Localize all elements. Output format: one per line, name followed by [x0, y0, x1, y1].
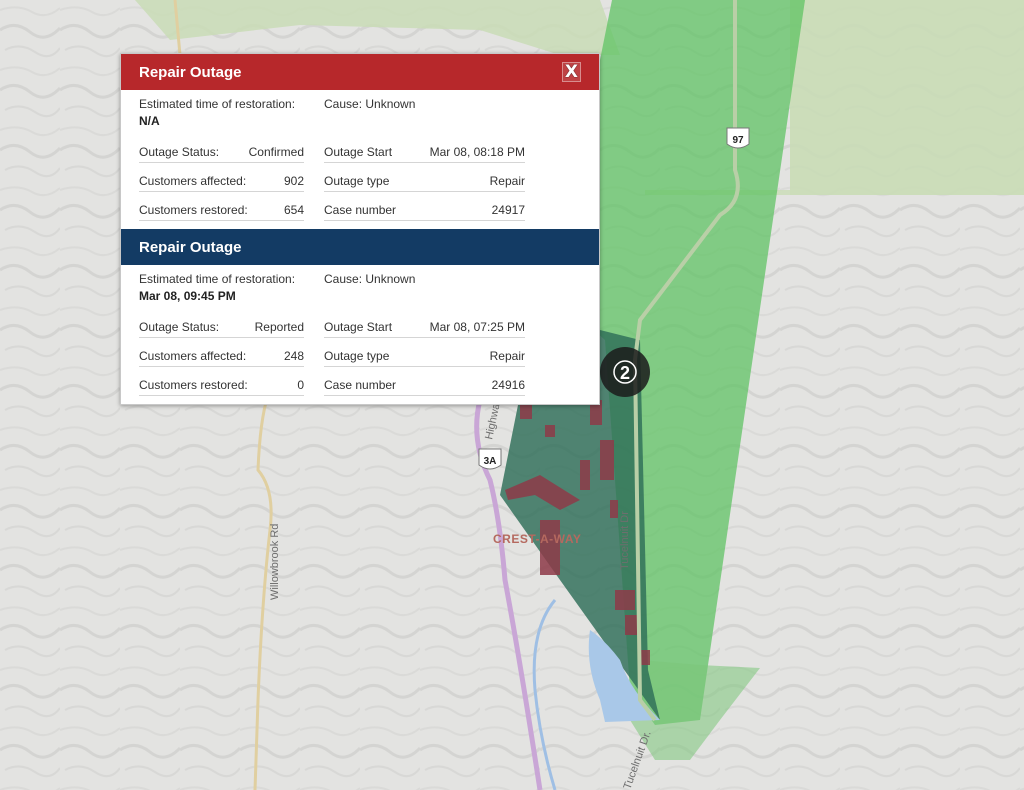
- affected-value: 902: [283, 174, 304, 188]
- restored-row: Customers restored: 654: [139, 192, 304, 221]
- start-row: Outage Start Mar 08, 07:25 PM: [324, 309, 525, 338]
- status-row: Outage Status: Reported: [139, 309, 304, 338]
- affected-row: Customers affected: 248: [139, 338, 304, 367]
- outage-header-1: Repair Outage X: [121, 54, 599, 90]
- etr-label: Estimated time of restoration:: [139, 97, 296, 111]
- town-label: CREST-A-WAY: [493, 532, 581, 546]
- cause-text: Cause: Unknown: [324, 272, 416, 286]
- outage-header-2: Repair Outage: [121, 229, 599, 265]
- start-value: Mar 08, 08:18 PM: [429, 145, 525, 159]
- etr-value: Mar 08, 09:45 PM: [139, 289, 236, 303]
- svg-text:3A: 3A: [484, 456, 497, 467]
- outage-title-1: Repair Outage: [139, 63, 242, 81]
- outage-cluster-marker[interactable]: 2: [600, 347, 650, 397]
- case-row: Case number 24917: [324, 192, 525, 221]
- restored-row: Customers restored: 0: [139, 367, 304, 396]
- case-value: 24917: [491, 203, 525, 217]
- svg-text:97: 97: [732, 135, 744, 146]
- park-area-northeast: [790, 0, 1024, 195]
- cause-text: Cause: Unknown: [324, 97, 416, 111]
- outage-details-2: Estimated time of restoration: Mar 08, 0…: [121, 265, 599, 404]
- type-value: Repair: [489, 349, 525, 363]
- etr-label: Estimated time of restoration:: [139, 272, 296, 286]
- status-value: Confirmed: [248, 145, 304, 159]
- road-label-willowbrook: Willowbrook Rd: [269, 524, 281, 600]
- etr-value: N/A: [139, 114, 160, 128]
- outage-popup: Repair Outage X Estimated time of restor…: [120, 53, 600, 405]
- case-value: 24916: [491, 378, 525, 392]
- type-row: Outage type Repair: [324, 338, 525, 367]
- close-icon[interactable]: X: [561, 62, 581, 82]
- road-label-tucelnuit: Tucelnuit Dr: [619, 511, 631, 570]
- status-row: Outage Status: Confirmed: [139, 134, 304, 163]
- highway-97-shield: 97: [726, 127, 750, 149]
- highway-3a-shield: 3A: [478, 448, 502, 470]
- restored-value: 0: [297, 378, 304, 392]
- outage-details-1: Estimated time of restoration: N/A Cause…: [121, 90, 599, 229]
- type-value: Repair: [489, 174, 525, 188]
- start-row: Outage Start Mar 08, 08:18 PM: [324, 134, 525, 163]
- svg-text:2: 2: [620, 363, 630, 383]
- type-row: Outage type Repair: [324, 163, 525, 192]
- restored-value: 654: [283, 203, 304, 217]
- affected-value: 248: [283, 349, 304, 363]
- start-value: Mar 08, 07:25 PM: [429, 320, 525, 334]
- outage-title-2: Repair Outage: [139, 238, 242, 256]
- case-row: Case number 24916: [324, 367, 525, 396]
- affected-row: Customers affected: 902: [139, 163, 304, 192]
- status-value: Reported: [254, 320, 304, 334]
